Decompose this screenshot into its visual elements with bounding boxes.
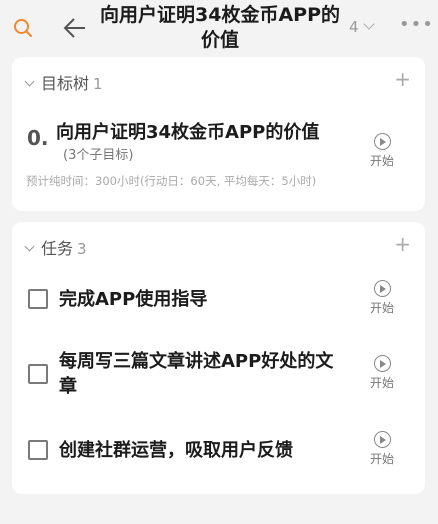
checkbox-icon[interactable]: [28, 440, 48, 460]
play-circle-icon: [373, 280, 391, 297]
tasks-card: 任务 3 + 完成APP使用指导 开始 每周写三篇文章讲述APP好处的文章 开始 …: [12, 222, 425, 494]
start-label: 开始: [369, 376, 394, 390]
search-button[interactable]: [12, 17, 34, 39]
goal-tree-label: 目标树: [41, 74, 90, 93]
task-start-button[interactable]: 开始: [365, 355, 399, 391]
add-task-button[interactable]: +: [394, 232, 411, 256]
start-label: 开始: [369, 301, 394, 315]
add-goal-button[interactable]: +: [394, 67, 411, 91]
page-title: 向用户证明34枚金币APP的价值: [100, 4, 340, 51]
search-icon: [14, 19, 32, 37]
task-label[interactable]: 完成APP使用指导: [59, 287, 347, 312]
chevron-down-icon: [24, 76, 35, 87]
count-dropdown[interactable]: 4: [349, 18, 375, 36]
task-start-button[interactable]: 开始: [365, 431, 399, 467]
goal-title[interactable]: 向用户证明34枚金币APP的价值: [56, 118, 319, 144]
play-circle-icon: [373, 133, 391, 150]
top-bar: 向用户证明34枚金币APP的价值 4 •••: [0, 0, 438, 56]
checkbox-icon[interactable]: [28, 289, 48, 309]
chevron-down-icon: [24, 241, 35, 252]
count-value: 4: [349, 18, 359, 36]
play-circle-icon: [373, 431, 391, 448]
tasks-label: 任务: [41, 239, 74, 258]
goal-subtitle: (3个子目标): [63, 148, 134, 163]
arrow-left-icon: [63, 18, 85, 38]
chevron-down-icon: [362, 18, 375, 30]
goal-tree-count: 1: [93, 75, 103, 93]
play-circle-icon: [373, 355, 391, 372]
task-label[interactable]: 每周写三篇文章讲述APP好处的文章: [59, 349, 347, 399]
start-label: 开始: [369, 452, 394, 466]
goal-number: 0.: [27, 126, 49, 150]
tasks-header[interactable]: 任务 3: [24, 235, 87, 259]
tasks-count: 3: [77, 240, 87, 258]
goal-start-button[interactable]: 开始: [365, 133, 399, 169]
goal-estimate: 预计纯时间：300小时(行动日：60天, 平均每天：5小时): [26, 174, 317, 188]
more-button[interactable]: •••: [399, 14, 434, 35]
start-label: 开始: [369, 154, 394, 168]
task-start-button[interactable]: 开始: [365, 280, 399, 316]
back-button[interactable]: [62, 16, 88, 40]
checkbox-icon[interactable]: [28, 364, 48, 384]
task-label[interactable]: 创建社群运营，吸取用户反馈: [59, 438, 347, 463]
goal-tree-card: 目标树 1 + 0. 向用户证明34枚金币APP的价值 (3个子目标) 预计纯时间…: [12, 57, 425, 211]
goal-tree-header[interactable]: 目标树 1: [24, 70, 103, 94]
